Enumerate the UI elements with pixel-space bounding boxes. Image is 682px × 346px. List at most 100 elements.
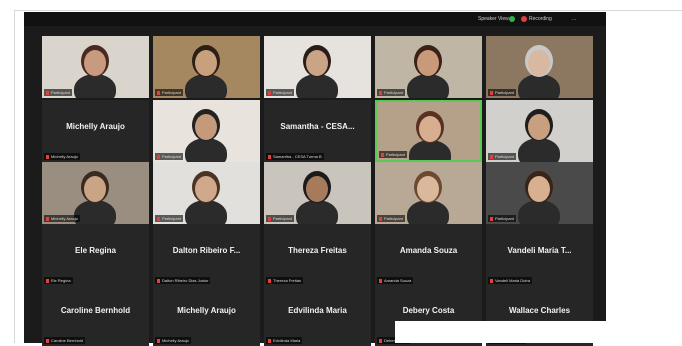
participant-tile[interactable]: Participant — [264, 162, 371, 224]
participant-tile[interactable]: Participant — [375, 100, 482, 162]
participant-label: Ele Regina — [44, 277, 73, 284]
participant-tile[interactable]: Ele Regina Ele Regina — [42, 224, 149, 286]
mic-muted-icon — [46, 278, 49, 283]
participant-tile[interactable]: Dalton Ribeiro F... Dalton Ribeiro Dias J… — [153, 224, 260, 286]
mic-muted-icon — [490, 90, 493, 95]
participant-tile[interactable]: Participant — [42, 36, 149, 98]
participant-label: Samantha - CESA Turma B — [266, 153, 324, 160]
participant-label: Participant — [488, 215, 516, 222]
security-green-icon — [509, 16, 515, 22]
participant-body — [407, 200, 449, 224]
mic-muted-icon — [379, 338, 382, 343]
participant-name: Dalton Ribeiro F... — [172, 246, 241, 255]
participant-face — [84, 50, 106, 76]
mic-muted-icon — [379, 278, 382, 283]
meeting-top-bar: Speaker View Recording ... — [24, 12, 606, 26]
participant-tile[interactable]: Participant — [264, 36, 371, 98]
participant-label-text: Amanda Souza — [384, 278, 412, 283]
participant-face — [306, 50, 328, 76]
participant-tile[interactable]: Michelly Araujo Michelly Araujo — [42, 100, 149, 162]
mic-muted-icon — [381, 152, 384, 157]
participant-face — [528, 176, 550, 202]
page-border-top — [14, 10, 682, 11]
participant-face — [84, 176, 106, 202]
participant-tile[interactable]: Participant — [486, 36, 593, 98]
participant-tile[interactable]: Participant — [486, 100, 593, 162]
participant-label-text: Participant — [162, 90, 181, 95]
participant-label: Participant — [488, 89, 516, 96]
participant-name: Ele Regina — [75, 246, 116, 255]
participant-body — [409, 140, 451, 160]
participant-tile[interactable]: Vandeli Maria T... Vandeli Maria Dutra — [486, 224, 593, 286]
participant-body — [185, 138, 227, 162]
participant-face — [195, 114, 217, 140]
participant-face — [528, 114, 550, 140]
participant-label-text: Participant — [384, 216, 403, 221]
mic-muted-icon — [157, 154, 160, 159]
white-cutout — [395, 321, 682, 343]
participant-label-text: Participant — [162, 154, 181, 159]
participant-tile[interactable]: Caroline Bernhold Caroline Bernhold — [42, 284, 149, 346]
participant-label: Thereza Freitas — [266, 277, 304, 284]
participant-body — [518, 74, 560, 98]
participant-tile[interactable]: Amanda Souza Amanda Souza — [375, 224, 482, 286]
participant-label-text: Participant — [273, 216, 292, 221]
participant-label-text: Vandeli Maria Dutra — [495, 278, 531, 283]
participant-label: Michelly Araujo — [44, 153, 80, 160]
participant-label: Participant — [44, 89, 72, 96]
participant-label-text: Participant — [495, 154, 514, 159]
participant-tile[interactable]: Participant — [375, 36, 482, 98]
mic-muted-icon — [268, 216, 271, 221]
participant-body — [296, 200, 338, 224]
participant-tile[interactable]: Samantha - CESA... Samantha - CESA Turma … — [264, 100, 371, 162]
participant-label: Vandeli Maria Dutra — [488, 277, 533, 284]
participant-body — [185, 200, 227, 224]
participant-tile[interactable]: Participant — [375, 162, 482, 224]
mic-muted-icon — [46, 90, 49, 95]
participant-tile[interactable]: Michelly Araujo Michelly Araujo — [153, 284, 260, 346]
participant-label-text: Participant — [384, 90, 403, 95]
mic-muted-icon — [157, 278, 160, 283]
participant-label-text: Ele Regina — [51, 278, 71, 283]
participant-body — [185, 74, 227, 98]
participant-tile[interactable]: Participant — [153, 162, 260, 224]
participant-name: Edvilinda Maria — [288, 306, 347, 315]
participant-label-text: Participant — [495, 216, 514, 221]
participant-label-text: Participant — [495, 90, 514, 95]
options-button[interactable]: ... — [572, 14, 576, 24]
participant-body — [518, 138, 560, 162]
participant-label: Participant — [266, 215, 294, 222]
participant-tile[interactable]: Participant — [153, 36, 260, 98]
mic-muted-icon — [157, 338, 160, 343]
participant-face — [417, 176, 439, 202]
participant-label: Participant — [377, 215, 405, 222]
participant-tile[interactable]: Edvilinda Maria Edvilinda Maria — [264, 284, 371, 346]
participant-body — [407, 74, 449, 98]
participant-label-text: Michelly Araujo — [51, 216, 78, 221]
participant-tile[interactable]: Participant — [486, 162, 593, 224]
recording-label[interactable]: Recording — [529, 14, 552, 24]
participant-tile[interactable]: Thereza Freitas Thereza Freitas — [264, 224, 371, 286]
participant-tile[interactable]: Participant — [153, 100, 260, 162]
view-toggle[interactable]: Speaker View — [478, 14, 509, 24]
participant-label: Participant — [155, 153, 183, 160]
participant-label-text: Participant — [386, 152, 405, 157]
mic-muted-icon — [268, 338, 271, 343]
zoom-meeting-window: Speaker View Recording ... Participant Pa… — [24, 12, 606, 346]
mic-muted-icon — [46, 338, 49, 343]
participant-label-text: Dalton Ribeiro Dias Junior — [162, 278, 209, 283]
participant-label-text: Michelly Araujo — [162, 338, 189, 343]
participant-name: Debery Costa — [402, 306, 455, 315]
participant-label: Michelly Araujo — [44, 215, 80, 222]
participant-label-text: Michelly Araujo — [51, 154, 78, 159]
mic-muted-icon — [46, 216, 49, 221]
mic-muted-icon — [490, 278, 493, 283]
participant-face — [195, 50, 217, 76]
participant-face — [528, 50, 550, 76]
participant-tile[interactable]: Michelly Araujo — [42, 162, 149, 224]
participant-body — [74, 200, 116, 224]
mic-muted-icon — [379, 90, 382, 95]
mic-muted-icon — [46, 154, 49, 159]
participant-label: Participant — [155, 215, 183, 222]
participant-label-text: Thereza Freitas — [273, 278, 302, 283]
